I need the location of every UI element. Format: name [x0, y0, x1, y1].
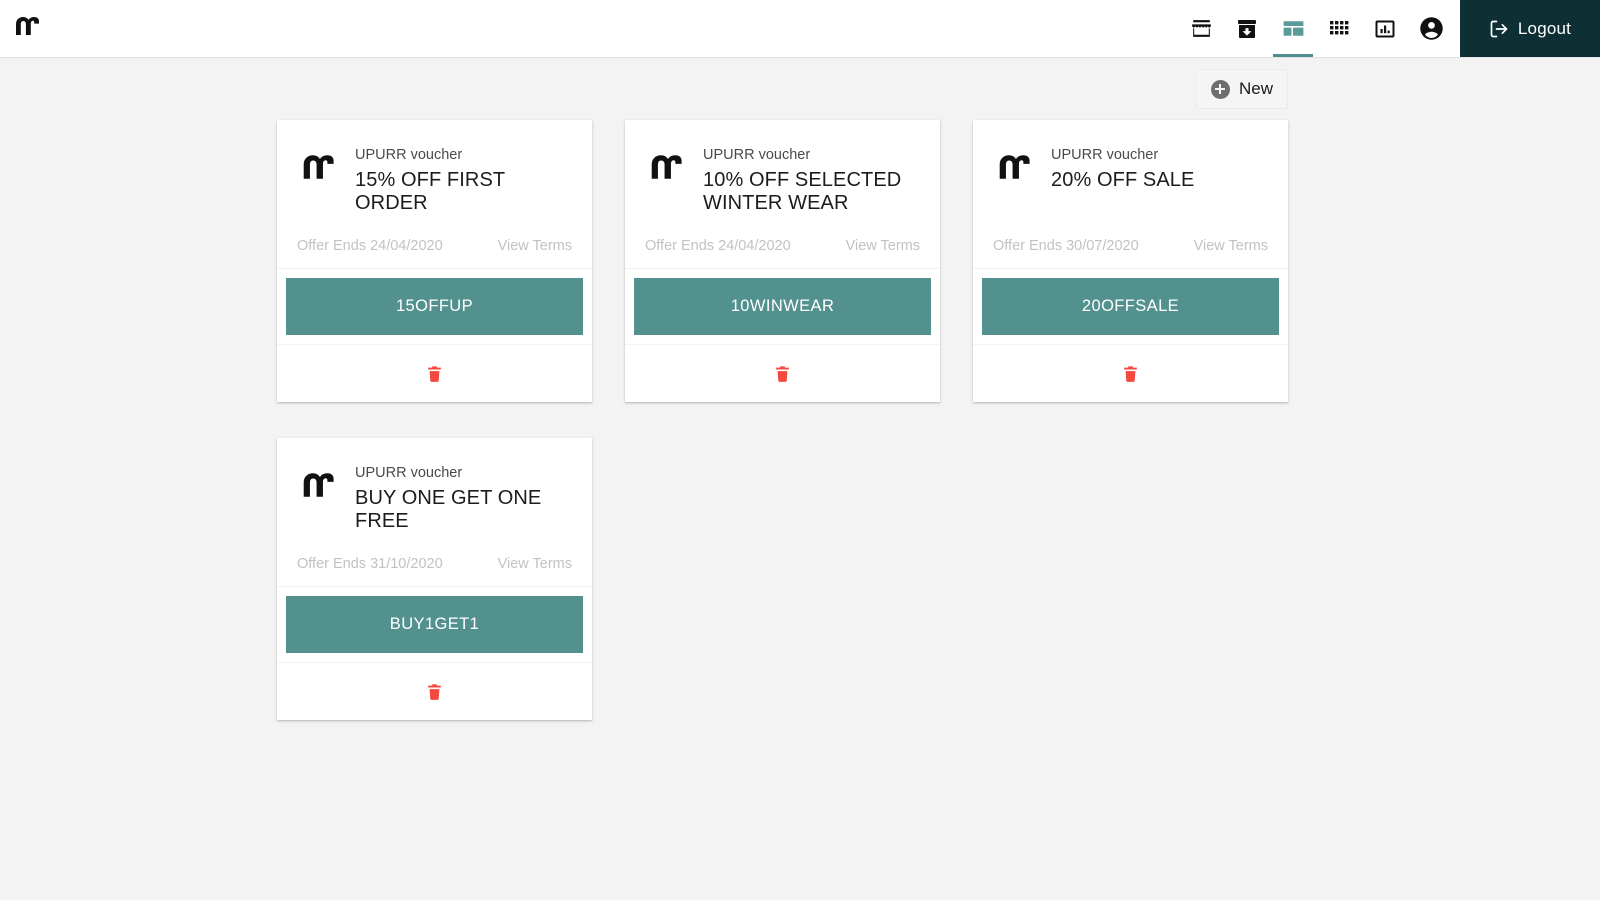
- voucher-card-actions: [277, 662, 592, 720]
- logout-button[interactable]: Logout: [1460, 0, 1600, 57]
- delete-voucher-button[interactable]: [1117, 359, 1144, 388]
- voucher-brand-mark: [993, 144, 1035, 238]
- voucher-card-header: UPURR voucher BUY ONE GET ONE FREE: [277, 438, 592, 556]
- voucher-code-container: 20OFFSALE: [973, 268, 1288, 344]
- voucher-card: UPURR voucher 20% OFF SALE Offer Ends 30…: [973, 120, 1288, 402]
- view-terms-link[interactable]: View Terms: [846, 238, 920, 254]
- bar-chart-icon: [1373, 17, 1397, 41]
- voucher-text-block: UPURR voucher 10% OFF SELECTED WINTER WE…: [703, 144, 920, 238]
- grid-apps-icon: [1327, 17, 1351, 41]
- voucher-card: UPURR voucher 10% OFF SELECTED WINTER WE…: [625, 120, 940, 402]
- trash-delete-icon: [773, 363, 792, 384]
- voucher-code-button[interactable]: 20OFFSALE: [982, 278, 1279, 335]
- voucher-card-header: UPURR voucher 20% OFF SALE: [973, 120, 1288, 238]
- trash-delete-icon: [425, 363, 444, 384]
- trash-delete-icon: [1121, 363, 1140, 384]
- voucher-card-actions: [973, 344, 1288, 402]
- view-terms-link[interactable]: View Terms: [498, 556, 572, 572]
- account-circle-icon: [1418, 15, 1445, 42]
- logout-label: Logout: [1517, 18, 1572, 38]
- voucher-expiry: Offer Ends 31/10/2020: [297, 556, 443, 572]
- voucher-card: UPURR voucher BUY ONE GET ONE FREE Offer…: [277, 438, 592, 720]
- voucher-brand-mark: [297, 462, 339, 556]
- plus-circle-icon: [1210, 79, 1230, 99]
- delete-voucher-button[interactable]: [769, 359, 796, 388]
- voucher-code-button[interactable]: 10WINWEAR: [634, 278, 931, 335]
- voucher-expiry: Offer Ends 30/07/2020: [993, 238, 1139, 254]
- upurr-logo-mark-icon: [14, 16, 40, 41]
- voucher-expiry: Offer Ends 24/04/2020: [297, 238, 443, 254]
- storefront-icon: [1189, 16, 1214, 41]
- voucher-card-actions: [277, 344, 592, 402]
- delete-voucher-button[interactable]: [421, 359, 448, 388]
- voucher-text-block: UPURR voucher 20% OFF SALE: [1051, 144, 1268, 238]
- voucher-kicker: UPURR voucher: [355, 465, 463, 481]
- header-spacer: [200, 0, 1178, 57]
- voucher-card-actions: [625, 344, 940, 402]
- view-terms-link[interactable]: View Terms: [498, 238, 572, 254]
- voucher-text-block: UPURR voucher 15% OFF FIRST ORDER: [355, 144, 572, 238]
- brand-logo[interactable]: [0, 0, 200, 57]
- voucher-meta-row: Offer Ends 30/07/2020 View Terms: [973, 238, 1288, 268]
- voucher-title: 20% OFF SALE: [1051, 169, 1195, 192]
- voucher-text-block: UPURR voucher BUY ONE GET ONE FREE: [355, 462, 572, 556]
- nav-analytics-icon-button[interactable]: [1362, 0, 1408, 57]
- voucher-meta-row: Offer Ends 24/04/2020 View Terms: [625, 238, 940, 268]
- vouchers-content-area: UPURR voucher 15% OFF FIRST ORDER Offer …: [0, 120, 1600, 720]
- nav-storefront-icon-button[interactable]: [1178, 0, 1224, 57]
- voucher-card-header: UPURR voucher 10% OFF SELECTED WINTER WE…: [625, 120, 940, 238]
- page-toolbar: New: [0, 58, 1600, 120]
- voucher-card: UPURR voucher 15% OFF FIRST ORDER Offer …: [277, 120, 592, 402]
- header-icon-nav: [1178, 0, 1460, 57]
- upurr-logo-mark-icon: [301, 154, 335, 238]
- new-button-label: New: [1238, 79, 1273, 98]
- voucher-brand-mark: [297, 144, 339, 238]
- nav-products-grid-icon-button[interactable]: [1316, 0, 1362, 57]
- voucher-brand-mark: [645, 144, 687, 238]
- voucher-kicker: UPURR voucher: [703, 147, 811, 163]
- logout-icon: [1489, 19, 1509, 39]
- upurr-logo-mark-icon: [649, 154, 683, 238]
- voucher-code-button[interactable]: 15OFFUP: [286, 278, 583, 335]
- delete-voucher-button[interactable]: [421, 677, 448, 706]
- voucher-code-button[interactable]: BUY1GET1: [286, 596, 583, 653]
- voucher-code-container: 15OFFUP: [277, 268, 592, 344]
- new-voucher-button[interactable]: New: [1195, 69, 1288, 109]
- nav-account-icon-button[interactable]: [1408, 0, 1454, 57]
- voucher-meta-row: Offer Ends 24/04/2020 View Terms: [277, 238, 592, 268]
- upurr-logo-mark-icon: [301, 472, 335, 556]
- voucher-kicker: UPURR voucher: [1051, 147, 1159, 163]
- voucher-kicker: UPURR voucher: [355, 147, 463, 163]
- voucher-title: BUY ONE GET ONE FREE: [355, 487, 542, 533]
- voucher-meta-row: Offer Ends 31/10/2020 View Terms: [277, 556, 592, 586]
- nav-archive-icon-button[interactable]: [1224, 0, 1270, 57]
- nav-vouchers-icon-button[interactable]: [1270, 0, 1316, 57]
- voucher-title: 15% OFF FIRST ORDER: [355, 169, 505, 215]
- upurr-logo-mark-icon: [997, 154, 1031, 238]
- trash-delete-icon: [425, 681, 444, 702]
- voucher-title: 10% OFF SELECTED WINTER WEAR: [703, 169, 902, 215]
- voucher-code-container: 10WINWEAR: [625, 268, 940, 344]
- voucher-expiry: Offer Ends 24/04/2020: [645, 238, 791, 254]
- voucher-card-grid: UPURR voucher 15% OFF FIRST ORDER Offer …: [277, 120, 1327, 720]
- view-terms-link[interactable]: View Terms: [1194, 238, 1268, 254]
- voucher-card-header: UPURR voucher 15% OFF FIRST ORDER: [277, 120, 592, 238]
- archive-download-icon: [1235, 17, 1259, 41]
- voucher-code-container: BUY1GET1: [277, 586, 592, 662]
- top-navigation-bar: Logout: [0, 0, 1600, 58]
- dashboard-layout-icon: [1281, 16, 1306, 41]
